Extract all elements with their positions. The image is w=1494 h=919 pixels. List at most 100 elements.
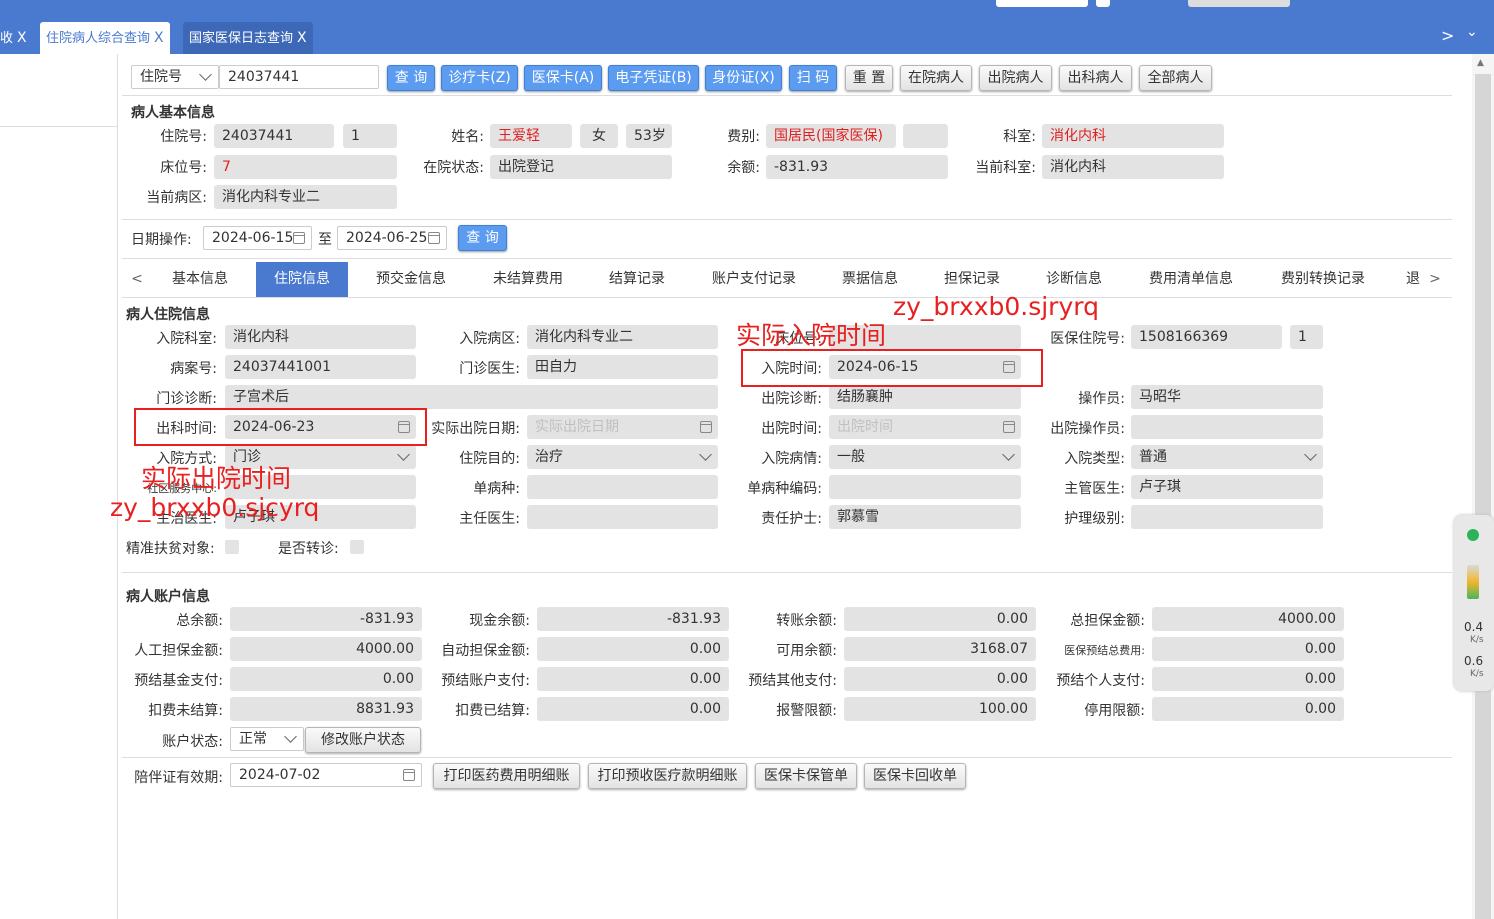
tab-unsettled[interactable]: 未结算费用 — [480, 262, 576, 297]
discharge-time[interactable]: 出院时间 — [829, 415, 1021, 439]
label: 单病种编码: — [747, 481, 822, 497]
tab-insurance-log[interactable]: 国家医保日志查询 X — [183, 22, 313, 54]
patient-name: 王爱轻 — [490, 124, 572, 148]
balance: -831.93 — [766, 155, 948, 179]
medical-record-no: 24037441001 — [225, 355, 416, 379]
label: 责任护士: — [761, 511, 822, 527]
tab-fee-list[interactable]: 费用清单信息 — [1138, 262, 1244, 297]
label: 当前科室: — [975, 160, 1036, 176]
tab-inpatient-query[interactable]: 住院病人综合查询 X — [40, 22, 170, 54]
label: 入院病情: — [761, 451, 822, 467]
query-button[interactable]: 查 询 — [387, 65, 435, 91]
calendar-icon[interactable] — [403, 769, 415, 781]
calendar-icon[interactable] — [700, 421, 712, 433]
account-status-select[interactable]: 正常 — [230, 727, 304, 751]
tab-basic-info[interactable]: 基本信息 — [158, 262, 242, 297]
label: 主管医生: — [1064, 481, 1125, 497]
current-department: 消化内科 — [1042, 155, 1224, 179]
label: 入院科室: — [156, 331, 217, 347]
card-button[interactable]: 诊疗卡(Z) — [441, 65, 518, 91]
download-speed: 0.6 — [1464, 654, 1484, 668]
in-hospital-button[interactable]: 在院病人 — [900, 65, 972, 91]
label: 扣费已结算: — [455, 703, 530, 719]
modify-account-status-button[interactable]: 修改账户状态 — [305, 727, 421, 753]
poverty-checkbox[interactable] — [225, 540, 239, 554]
insurance-admit-count: 1 — [1290, 325, 1323, 349]
e-voucher-button[interactable]: 电子凭证(B) — [608, 65, 699, 91]
label: 主任医生: — [459, 511, 520, 527]
admit-type-select[interactable]: 普通 — [1131, 445, 1323, 469]
chevron-down-icon — [1002, 448, 1015, 461]
tab-prepay[interactable]: 预交金信息 — [365, 262, 457, 297]
date-from-input[interactable]: 2024-06-15 — [203, 226, 312, 250]
label: 余额: — [727, 160, 760, 176]
close-icon[interactable]: X — [17, 30, 27, 46]
label: 出院诊断: — [761, 391, 822, 407]
insurance-card-button[interactable]: 医保卡(A) — [524, 65, 602, 91]
calendar-icon[interactable] — [1003, 421, 1015, 433]
reset-button[interactable]: 重 置 — [845, 65, 893, 91]
scroll-up-icon[interactable]: ▲ — [1477, 58, 1484, 68]
unsettled-charges: 8831.93 — [230, 697, 422, 721]
presettle-account: 0.00 — [537, 667, 729, 691]
label: 预结基金支付: — [134, 673, 223, 689]
tabs-scroll-right-icon[interactable]: > — [1441, 26, 1454, 45]
label: 预结其他支付: — [748, 673, 837, 689]
tabs-next-icon[interactable]: > — [1426, 262, 1444, 297]
discharged-button[interactable]: 出院病人 — [979, 65, 1052, 91]
tab-more[interactable]: 退 — [1404, 262, 1422, 297]
upload-speed: 0.4 — [1464, 620, 1484, 634]
admit-time-highlight — [741, 349, 1043, 387]
annotation-discharge-title: 实际出院时间 — [141, 464, 292, 493]
chevron-down-icon — [1304, 448, 1317, 461]
search-type-select[interactable]: 住院号 — [131, 65, 219, 89]
out-dept-button[interactable]: 出科病人 — [1059, 65, 1132, 91]
label: 日期操作: — [131, 232, 192, 248]
tab-inpatient-info[interactable]: 住院信息 — [256, 262, 348, 297]
top-checkbox[interactable] — [1096, 0, 1110, 7]
close-icon[interactable]: X — [297, 30, 307, 46]
actual-discharge-date[interactable]: 实际出院日期 — [527, 415, 718, 439]
label: 入院病区: — [459, 331, 520, 347]
sidebar — [0, 54, 118, 919]
id-card-button[interactable]: 身份证(X) — [705, 65, 782, 91]
patient-age: 53岁 — [626, 124, 672, 148]
date-query-button[interactable]: 查 询 — [458, 225, 507, 251]
top-input[interactable] — [1188, 0, 1290, 7]
vertical-scrollbar[interactable]: ▲ — [1472, 54, 1494, 919]
top-select[interactable] — [996, 0, 1088, 7]
calendar-icon[interactable] — [428, 232, 440, 244]
presettle-fund: 0.00 — [230, 667, 422, 691]
print-prepay-detail-button[interactable]: 打印预收医疗款明细账 — [588, 763, 747, 789]
zyh-value: 24037441 — [214, 124, 334, 148]
tabs-prev-icon[interactable]: < — [128, 262, 146, 297]
close-icon[interactable]: X — [154, 30, 164, 46]
insurance-card-return-button[interactable]: 医保卡回收单 — [864, 763, 966, 789]
print-medical-detail-button[interactable]: 打印医药费用明细账 — [433, 763, 580, 789]
tab-account-payment[interactable]: 账户支付记录 — [700, 262, 808, 297]
date-to-input[interactable]: 2024-06-25 — [337, 226, 447, 250]
alert-limit: 100.00 — [844, 697, 1036, 721]
search-input[interactable]: 24037441 — [219, 65, 379, 89]
label: 住院号: — [160, 129, 207, 145]
tabs-dropdown-icon[interactable]: ⌄ — [1466, 24, 1478, 40]
label: 精准扶贫对象: — [126, 541, 215, 557]
tab-1[interactable]: 收X — [0, 22, 33, 54]
tab-fee-type-change[interactable]: 费别转换记录 — [1268, 262, 1378, 297]
companion-expiry-input[interactable]: 2024-07-02 — [230, 763, 422, 787]
admit-condition-select[interactable]: 一般 — [829, 445, 1021, 469]
scroll-thumb[interactable] — [1475, 74, 1491, 919]
level-bar — [1467, 565, 1479, 599]
tab-settlement[interactable]: 结算记录 — [597, 262, 677, 297]
cash-balance: -831.93 — [537, 607, 729, 631]
calendar-icon[interactable] — [293, 232, 305, 244]
referral-checkbox[interactable] — [350, 540, 364, 554]
scan-button[interactable]: 扫 码 — [789, 65, 837, 91]
label: 住院目的: — [459, 451, 520, 467]
insurance-card-custody-button[interactable]: 医保卡保管单 — [755, 763, 857, 789]
all-patients-button[interactable]: 全部病人 — [1139, 65, 1212, 91]
status-dot — [1467, 529, 1479, 541]
label: 总担保金额: — [1070, 613, 1145, 629]
transfer-balance: 0.00 — [844, 607, 1036, 631]
admit-purpose-select[interactable]: 治疗 — [527, 445, 718, 469]
